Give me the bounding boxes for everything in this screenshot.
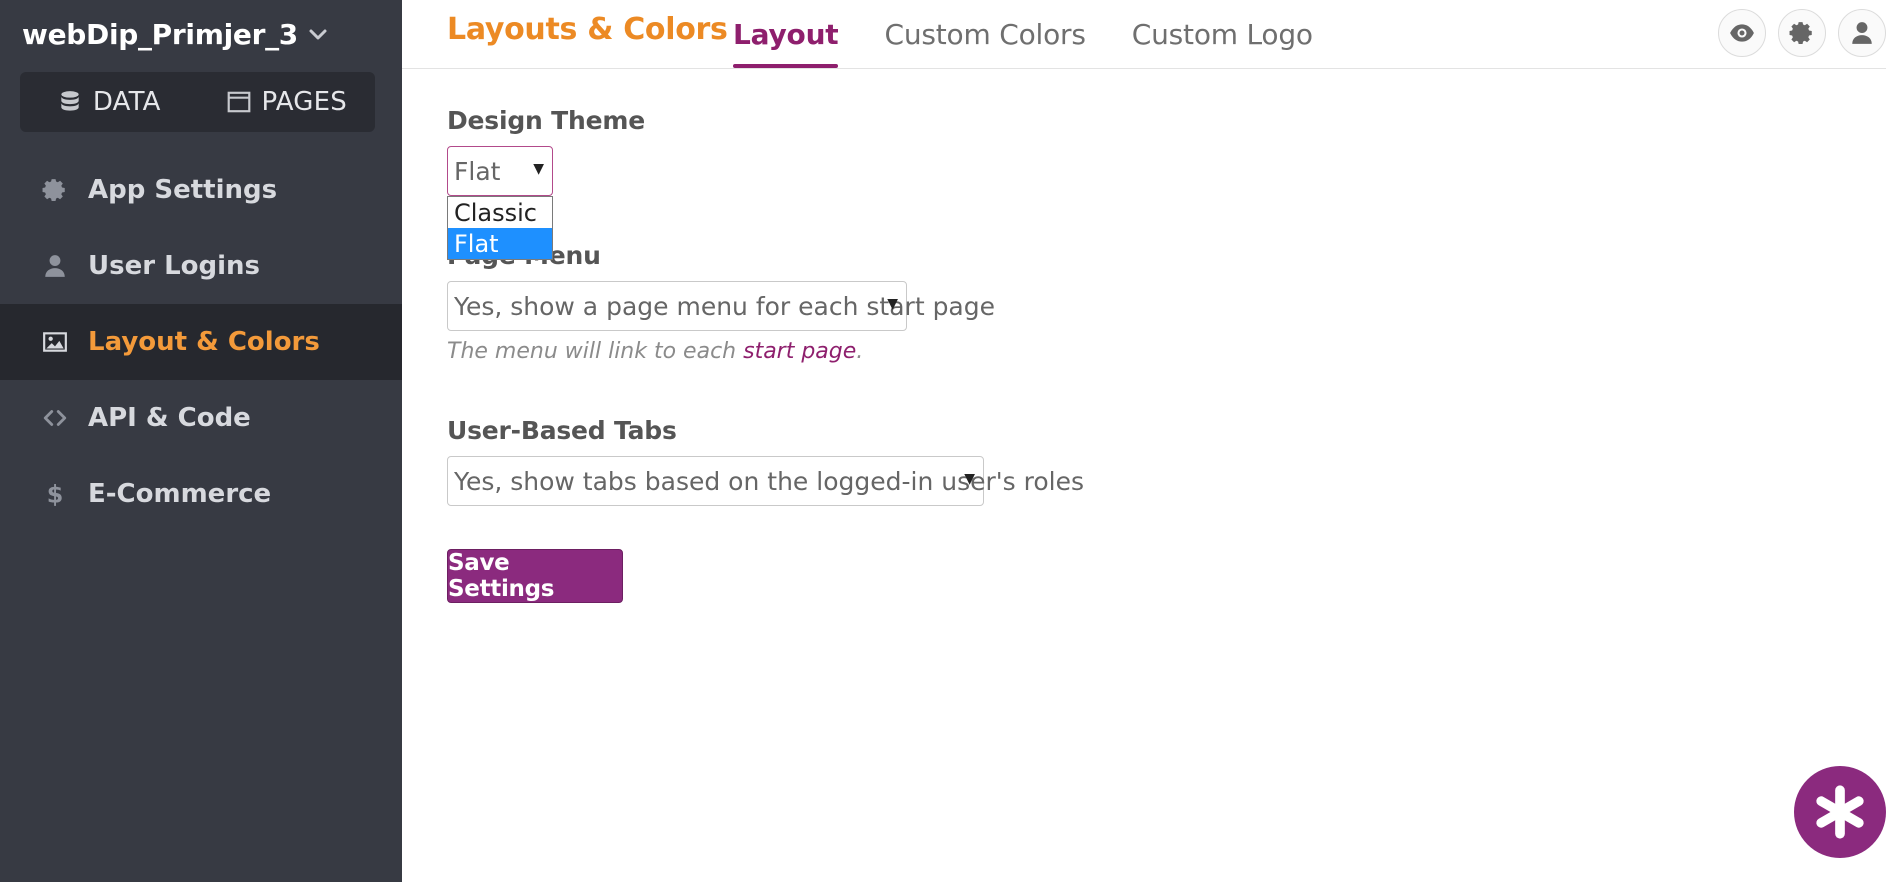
sidebar-item-label: Layout & Colors (88, 327, 320, 357)
sidebar-item-layout-colors[interactable]: Layout & Colors (0, 304, 402, 380)
top-bar: Layouts & Colors Layout Custom Colors Cu… (402, 0, 1886, 69)
top-actions (1718, 9, 1886, 57)
asterisk-icon (1816, 785, 1864, 839)
save-settings-button[interactable]: Save Settings (447, 549, 623, 603)
page-title: Layouts & Colors (447, 12, 728, 47)
page-menu-select[interactable]: Yes, show a page menu for each start pag… (447, 281, 995, 331)
sidebar-item-app-settings[interactable]: App Settings (0, 152, 402, 228)
dropdown-caret-icon: ▼ (533, 161, 544, 177)
pages-mode-button[interactable]: PAGES (198, 87, 376, 117)
dropdown-caret-icon: ▼ (964, 471, 975, 487)
settings-button[interactable] (1778, 9, 1826, 57)
mode-switch: DATA PAGES (20, 72, 375, 132)
tab-layout[interactable]: Layout (733, 0, 839, 68)
sidebar: webDip_Primjer_3 DATA PAGES App Settings… (0, 0, 402, 882)
pages-mode-label: PAGES (261, 87, 347, 117)
sidebar-item-label: E-Commerce (88, 479, 272, 509)
svg-text:$: $ (47, 481, 64, 507)
page-menu-value: Yes, show a page menu for each start pag… (454, 291, 996, 321)
window-icon (227, 91, 250, 113)
gear-icon (1789, 22, 1812, 45)
tab-custom-logo[interactable]: Custom Logo (1132, 0, 1313, 68)
gear-icon (42, 179, 65, 202)
app-switcher[interactable]: webDip_Primjer_3 (22, 14, 328, 54)
sidebar-item-api-code[interactable]: API & Code (0, 380, 402, 456)
dollar-icon: $ (47, 481, 64, 507)
user-tabs-label: User-Based Tabs (447, 416, 677, 445)
start-page-link[interactable]: start page (743, 339, 856, 364)
preview-button[interactable] (1718, 9, 1766, 57)
user-tabs-value: Yes, show tabs based on the logged-in us… (454, 466, 1084, 496)
help-text-suffix: . (856, 339, 864, 364)
sidebar-item-label: API & Code (88, 403, 251, 433)
user-icon (45, 255, 65, 277)
sidebar-item-e-commerce[interactable]: $ E-Commerce (0, 456, 402, 532)
dropdown-caret-icon: ▼ (887, 296, 898, 312)
option-flat[interactable]: Flat (448, 228, 552, 259)
tab-bar: Layout Custom Colors Custom Logo (733, 0, 1359, 68)
chevron-down-icon (309, 29, 327, 40)
design-theme-label: Design Theme (447, 106, 645, 135)
option-classic[interactable]: Classic (448, 197, 552, 228)
code-icon (43, 410, 67, 426)
tab-custom-colors[interactable]: Custom Colors (884, 0, 1085, 68)
help-button[interactable] (1794, 766, 1886, 858)
sidebar-item-label: App Settings (88, 175, 278, 205)
eye-icon (1730, 24, 1754, 42)
database-icon (61, 91, 79, 111)
design-theme-options: Classic Flat (447, 196, 553, 260)
data-mode-button[interactable]: DATA (20, 87, 198, 117)
design-theme-select[interactable]: Flat ▼ (447, 146, 553, 196)
help-text: The menu will link to each (447, 339, 744, 364)
user-icon (1852, 22, 1872, 44)
sidebar-item-user-logins[interactable]: User Logins (0, 228, 402, 304)
sidebar-item-label: User Logins (88, 251, 261, 281)
sidebar-nav: App Settings User Logins Layout & Colors… (0, 152, 402, 532)
user-tabs-select[interactable]: Yes, show tabs based on the logged-in us… (447, 456, 1084, 506)
app-name: webDip_Primjer_3 (22, 17, 298, 51)
page-menu-help: The menu will link to each start page. (447, 339, 863, 364)
image-icon (43, 332, 67, 352)
data-mode-label: DATA (92, 87, 161, 117)
design-theme-value: Flat (454, 156, 501, 186)
account-button[interactable] (1838, 9, 1886, 57)
